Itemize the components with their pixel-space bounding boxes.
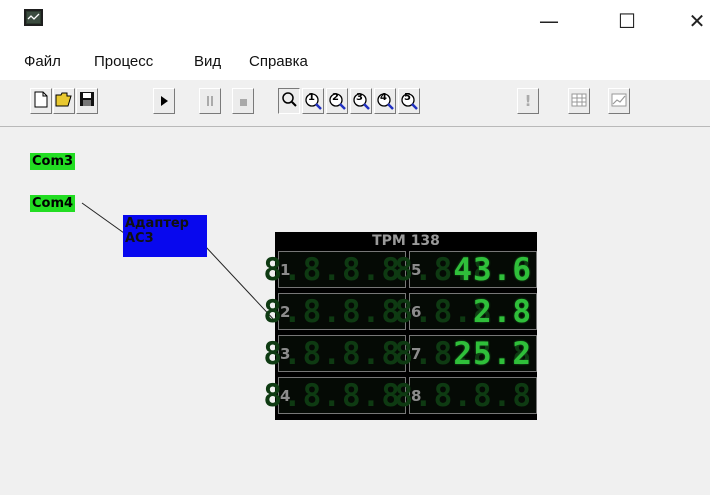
trm138-device[interactable]: ТРМ 138 1 8.8.8.8 2 8.8.8.8 3 8.8.8.8 4 8.8.8.8… (263, 232, 537, 420)
seven-segment-display: 8.8.8.8 (263, 294, 403, 330)
segment-background: 8.8.8.8 (263, 294, 401, 330)
channel-2-cell: 2 8.8.8.8 (263, 293, 406, 330)
channel-value: 43.6 (453, 252, 532, 288)
seven-segment-display: 8.8.8.8 (263, 336, 403, 372)
com4-node[interactable]: Com4 (30, 195, 76, 212)
seven-segment-display: 8.8.8.8 (394, 378, 534, 414)
channel-8-cell: 8 8.8.8.8 (394, 377, 537, 414)
link-com4-adapter (81, 202, 125, 234)
channel-3-cell: 3 8.8.8.8 (263, 335, 406, 372)
segment-background: 8.8.8.8 (394, 378, 532, 414)
adapter-label-line2: АС3 (125, 231, 154, 246)
channel-6-cell: 6 8.8.8.8 2.8 (394, 293, 537, 330)
segment-background: 8.8.8.8 (263, 336, 401, 372)
segment-background: 8.8.8.8 (263, 252, 401, 288)
segment-background: 8.8.8.8 (263, 378, 401, 414)
channel-value: 25.2 (453, 336, 532, 372)
seven-segment-display: 8.8.8.8 (263, 378, 403, 414)
seven-segment-display: 8.8.8.8 25.2 (394, 336, 534, 372)
seven-segment-display: 8.8.8.8 2.8 (394, 294, 534, 330)
com3-node[interactable]: Com3 (30, 153, 76, 170)
seven-segment-display: 8.8.8.8 (263, 252, 403, 288)
channel-1-cell: 1 8.8.8.8 (263, 251, 406, 288)
adapter-label-line1: Адаптер (125, 216, 189, 231)
seven-segment-display: 8.8.8.8 43.6 (394, 252, 534, 288)
channel-4-cell: 4 8.8.8.8 (263, 377, 406, 414)
adapter-node[interactable]: Адаптер АС3 (123, 215, 207, 257)
channel-5-cell: 5 8.8.8.8 43.6 (394, 251, 537, 288)
device-title: ТРМ 138 (372, 233, 440, 249)
channel-7-cell: 7 8.8.8.8 25.2 (394, 335, 537, 372)
channel-value: 2.8 (473, 294, 532, 330)
